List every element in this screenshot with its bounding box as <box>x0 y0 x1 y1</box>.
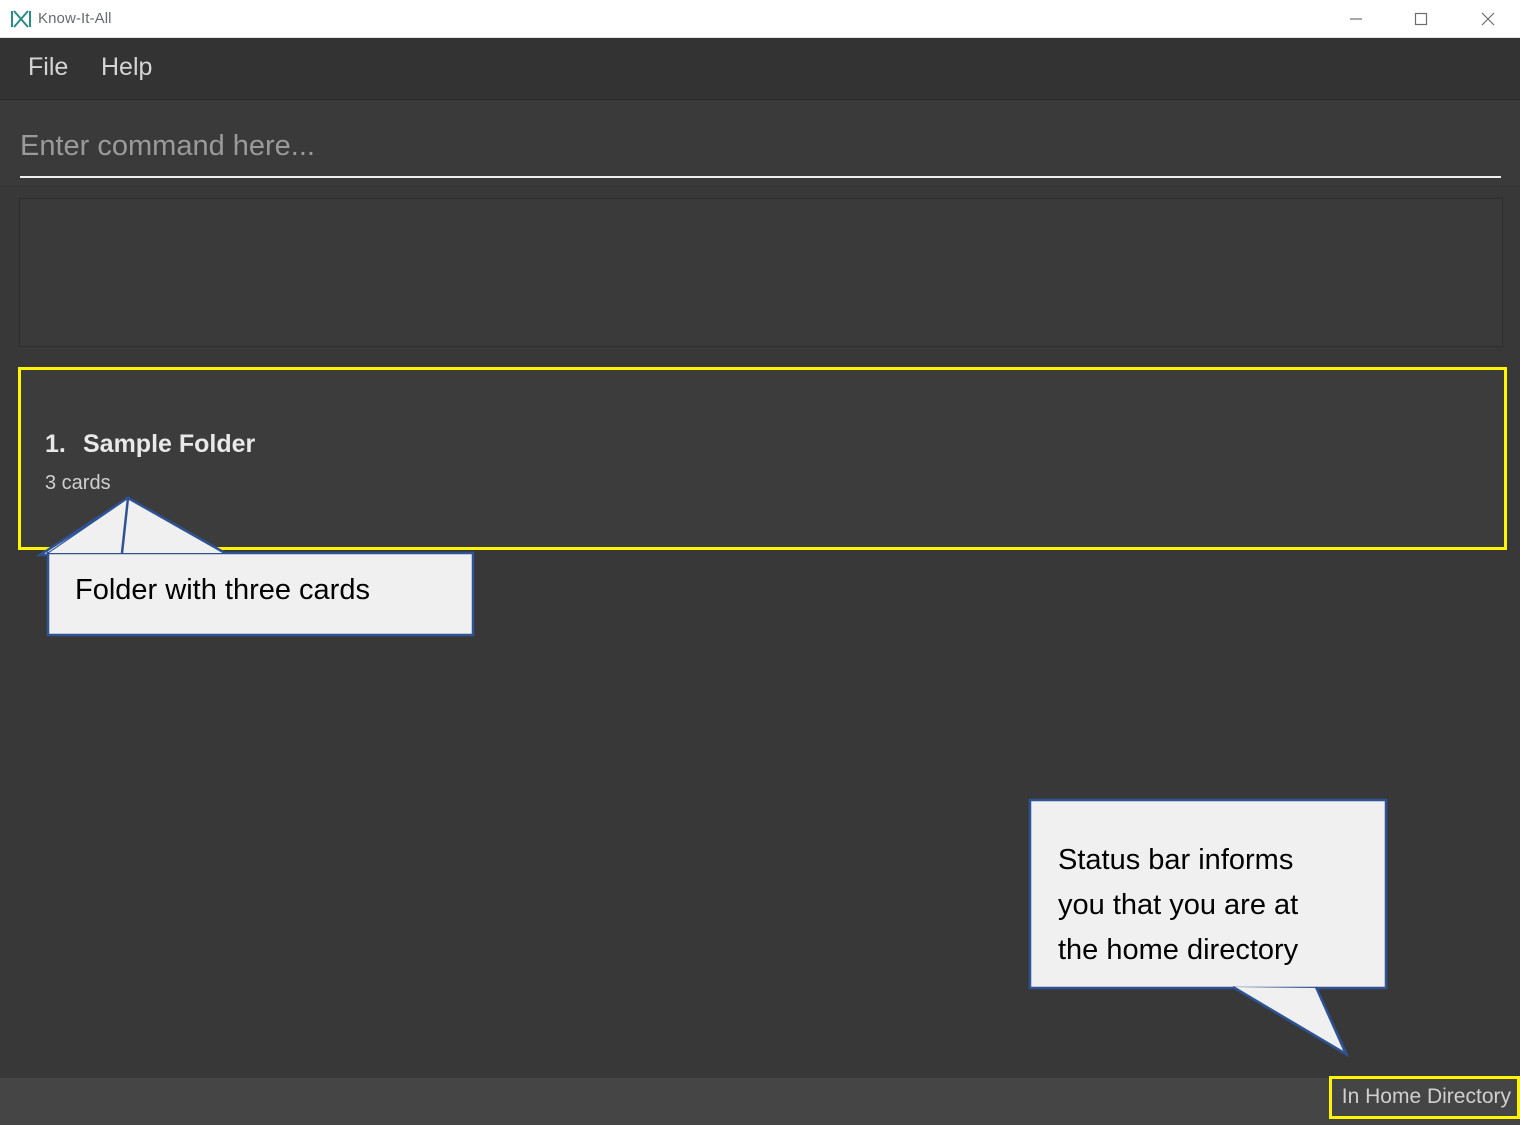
folder-title: 1. Sample Folder <box>45 430 255 459</box>
minimize-icon[interactable] <box>1333 0 1379 37</box>
close-icon[interactable] <box>1465 0 1511 37</box>
result-display-box <box>19 198 1503 347</box>
folder-name: Sample Folder <box>83 430 256 458</box>
folder-callout-text: Folder with three cards <box>75 574 370 606</box>
status-bar-highlight: In Home Directory <box>1328 1076 1520 1119</box>
command-input-underline <box>20 176 1501 178</box>
result-text <box>20 199 1502 346</box>
maximize-icon[interactable] <box>1398 0 1444 37</box>
title-bar: Know-It-All <box>0 0 1520 38</box>
menu-bar: File Help <box>0 38 1520 100</box>
command-input-area <box>0 101 1520 185</box>
status-bar-text: In Home Directory <box>1341 1085 1511 1108</box>
application-window: Know-It-All File Help Enter command here… <box>0 0 1520 1125</box>
folder-index: 1. <box>45 430 66 458</box>
window-title: Know-It-All <box>38 10 112 27</box>
status-bar <box>0 1078 1520 1125</box>
folder-callout: Folder with three cards <box>35 490 480 650</box>
statusbar-callout-text: Status bar informs you that you are at t… <box>1058 844 1299 966</box>
menu-item-file[interactable]: File <box>28 53 68 82</box>
statusbar-callout: Status bar informs you that you are at t… <box>1028 798 1408 1068</box>
command-input[interactable] <box>20 123 1500 169</box>
kia-logo-icon <box>10 10 32 28</box>
menu-item-help[interactable]: Help <box>101 53 152 82</box>
